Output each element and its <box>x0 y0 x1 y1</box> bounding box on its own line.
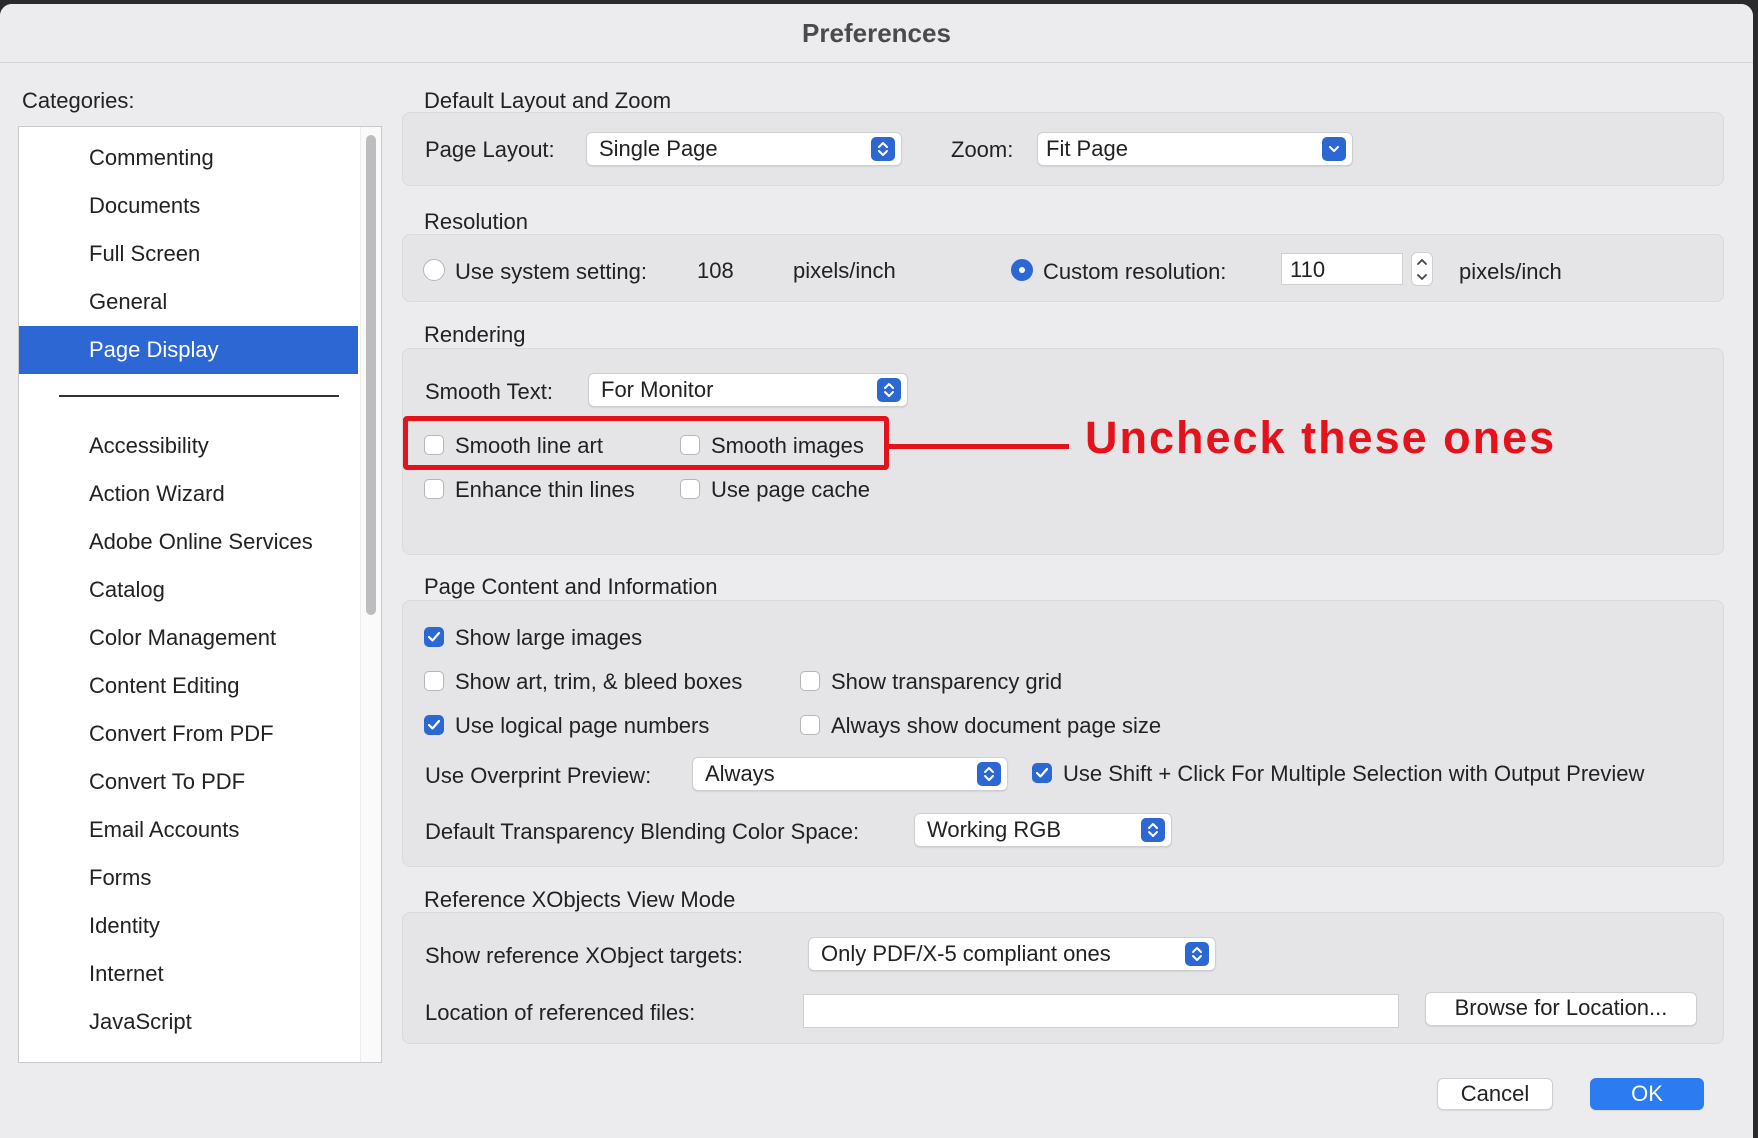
category-catalog[interactable]: Catalog <box>19 566 358 614</box>
cancel-button[interactable]: Cancel <box>1437 1078 1553 1110</box>
window-title: Preferences <box>0 4 1753 63</box>
rendering-title: Rendering <box>424 322 526 347</box>
always-show-page-size-label: Always show document page size <box>831 713 1162 738</box>
categories-scroll-thumb[interactable] <box>366 135 376 615</box>
overprint-value: Always <box>705 761 775 786</box>
use-page-cache-checkbox[interactable] <box>680 479 700 499</box>
system-setting-label: Use system setting: <box>455 259 647 284</box>
category-email-accounts[interactable]: Email Accounts <box>19 806 358 854</box>
category-internet[interactable]: Internet <box>19 950 358 998</box>
checkmark-icon <box>427 631 441 642</box>
xobjects-title: Reference XObjects View Mode <box>424 887 736 912</box>
category-content-editing[interactable]: Content Editing <box>19 662 358 710</box>
category-general[interactable]: General <box>19 278 358 326</box>
annotation-text: Uncheck these ones <box>1085 412 1557 463</box>
layout-zoom-title: Default Layout and Zoom <box>424 88 672 113</box>
xobjects-group: Show reference XObject targets: Only PDF… <box>402 912 1724 1044</box>
custom-resolution-label: Custom resolution: <box>1043 259 1227 284</box>
category-commenting[interactable]: Commenting <box>19 134 358 182</box>
chevron-up-icon <box>1417 258 1427 265</box>
resolution-title: Resolution <box>424 209 528 234</box>
page-layout-value: Single Page <box>599 136 718 161</box>
page-content-title: Page Content and Information <box>424 574 718 599</box>
show-transparency-grid-checkbox[interactable] <box>800 671 820 691</box>
zoom-label: Zoom: <box>951 137 1014 162</box>
smooth-text-select[interactable]: For Monitor <box>588 373 908 407</box>
chevron-down-icon <box>1322 137 1346 161</box>
custom-resolution-radio[interactable] <box>1011 259 1033 281</box>
category-separator <box>59 395 339 397</box>
zoom-select[interactable]: Fit Page <box>1037 132 1353 166</box>
location-label: Location of referenced files: <box>425 1000 696 1025</box>
zoom-value: Fit Page <box>1046 136 1128 161</box>
checkmark-icon <box>1035 767 1049 778</box>
logical-page-numbers-checkbox[interactable] <box>424 715 444 735</box>
system-setting-unit: pixels/inch <box>793 258 896 283</box>
annotation-highlight-box <box>403 416 889 470</box>
category-documents[interactable]: Documents <box>19 182 358 230</box>
show-large-images-checkbox[interactable] <box>424 627 444 647</box>
resolution-group: Use system setting: 108 pixels/inch Cust… <box>402 234 1724 302</box>
enhance-thin-lines-label: Enhance thin lines <box>455 477 635 502</box>
category-forms[interactable]: Forms <box>19 854 358 902</box>
updown-chevron-icon <box>877 378 901 402</box>
category-action-wizard[interactable]: Action Wizard <box>19 470 358 518</box>
show-boxes-label: Show art, trim, & bleed boxes <box>455 669 743 694</box>
blending-label: Default Transparency Blending Color Spac… <box>425 819 860 844</box>
updown-chevron-icon <box>1185 942 1209 966</box>
overprint-label: Use Overprint Preview: <box>425 763 652 788</box>
annotation-arrow-line <box>889 444 1069 449</box>
shift-click-checkbox[interactable] <box>1032 763 1052 783</box>
resolution-stepper[interactable] <box>1411 252 1433 286</box>
blending-value: Working RGB <box>927 817 1062 842</box>
xobject-targets-select[interactable]: Only PDF/X-5 compliant ones <box>808 937 1216 971</box>
xobject-targets-value: Only PDF/X-5 compliant ones <box>821 941 1111 966</box>
show-boxes-checkbox[interactable] <box>424 671 444 691</box>
chevron-down-icon <box>1417 274 1427 281</box>
categories-list[interactable]: Commenting Documents Full Screen General… <box>18 126 382 1063</box>
preferences-window: Preferences Categories: Commenting Docum… <box>0 4 1753 1138</box>
ok-button[interactable]: OK <box>1590 1078 1704 1110</box>
system-setting-radio[interactable] <box>423 259 445 281</box>
page-layout-select[interactable]: Single Page <box>586 132 902 166</box>
location-input[interactable] <box>803 994 1399 1028</box>
updown-chevron-icon <box>977 762 1001 786</box>
layout-zoom-group: Page Layout: Single Page Zoom: Fit Page <box>402 112 1724 186</box>
categories-scrollbar[interactable] <box>360 127 381 1062</box>
overprint-select[interactable]: Always <box>692 757 1008 791</box>
category-page-display[interactable]: Page Display <box>19 326 358 374</box>
updown-chevron-icon <box>871 137 895 161</box>
category-javascript[interactable]: JavaScript <box>19 998 358 1046</box>
show-transparency-grid-label: Show transparency grid <box>831 669 1063 694</box>
always-show-page-size-checkbox[interactable] <box>800 715 820 735</box>
category-identity[interactable]: Identity <box>19 902 358 950</box>
xobject-targets-label: Show reference XObject targets: <box>425 943 743 968</box>
show-large-images-label: Show large images <box>455 625 643 650</box>
enhance-thin-lines-checkbox[interactable] <box>424 479 444 499</box>
custom-resolution-unit: pixels/inch <box>1459 259 1562 284</box>
custom-resolution-input[interactable]: 110 <box>1281 253 1403 285</box>
logical-page-numbers-label: Use logical page numbers <box>455 713 710 738</box>
category-accessibility[interactable]: Accessibility <box>19 422 358 470</box>
shift-click-label: Use Shift + Click For Multiple Selection… <box>1063 761 1645 786</box>
updown-chevron-icon <box>1141 818 1165 842</box>
category-full-screen[interactable]: Full Screen <box>19 230 358 278</box>
page-layout-label: Page Layout: <box>425 137 555 162</box>
blending-select[interactable]: Working RGB <box>914 813 1172 847</box>
category-adobe-online-services[interactable]: Adobe Online Services <box>19 518 358 566</box>
page-content-group: Show large images Show art, trim, & blee… <box>402 600 1724 867</box>
system-setting-value: 108 <box>697 258 734 283</box>
browse-location-button[interactable]: Browse for Location... <box>1425 992 1697 1026</box>
category-color-management[interactable]: Color Management <box>19 614 358 662</box>
smooth-text-label: Smooth Text: <box>425 379 553 404</box>
categories-label: Categories: <box>22 88 135 113</box>
checkmark-icon <box>427 719 441 730</box>
category-convert-from-pdf[interactable]: Convert From PDF <box>19 710 358 758</box>
smooth-text-value: For Monitor <box>601 377 714 402</box>
category-convert-to-pdf[interactable]: Convert To PDF <box>19 758 358 806</box>
use-page-cache-label: Use page cache <box>711 477 870 502</box>
